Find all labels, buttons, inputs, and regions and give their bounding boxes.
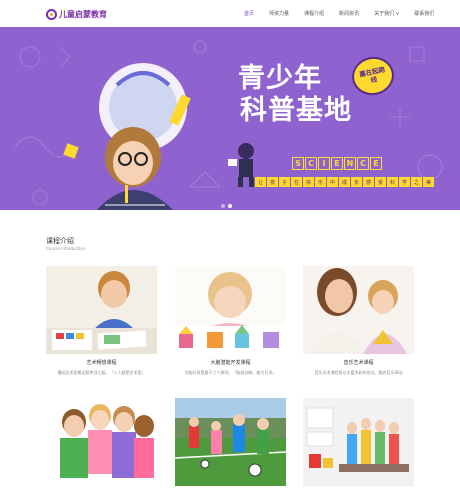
course-title: 大脑潜能开发课程: [210, 360, 251, 366]
gallery-image-soccer[interactable]: [175, 398, 286, 486]
carousel-dots: [221, 204, 232, 208]
science-letter: E: [331, 157, 343, 170]
nav-contact[interactable]: 联系我们: [414, 10, 434, 17]
carousel-dot-active[interactable]: [228, 204, 232, 208]
science-letter: S: [292, 157, 304, 170]
headline-line-1: 青少年: [238, 63, 322, 94]
science-letter: E: [370, 157, 382, 170]
banner-subline: 让 孩 子 在 快 乐 中 成 长 感 受 科 学 之 美: [255, 177, 435, 187]
headline: 青少年 科普基地: [238, 63, 352, 127]
subline-char: 感: [363, 177, 374, 187]
course-title: 艺术畅想课程: [86, 360, 117, 366]
subline-char: 中: [327, 177, 338, 187]
hero-illustration: [63, 63, 191, 210]
science-letter: C: [357, 157, 369, 170]
course-desc: 播因艺术家搬运帮绝顶之级，「人人都是艺术家」: [57, 370, 146, 375]
logo-icon: [46, 9, 57, 20]
science-letter: C: [305, 157, 317, 170]
hero-banner: 青少年 科普基地 嘉在起跑线 S C I E N C E 让 孩 子 在 快 乐…: [0, 27, 460, 210]
course-desc: 音乐艺术课程将以丰富多彩的形式、融合音乐律动: [314, 370, 403, 375]
subline-char: 乐: [315, 177, 326, 187]
boy-painting-illustration: [46, 266, 157, 354]
logo-text: 儿童启蒙教育: [59, 10, 107, 19]
course-card-art[interactable]: 艺术畅想课程 播因艺术家搬运帮绝顶之级，「人人都是艺术家」: [46, 266, 157, 376]
gallery-image-kids[interactable]: [46, 398, 157, 486]
nav-courses[interactable]: 课程介绍: [304, 10, 324, 17]
nav-news[interactable]: 新闻资讯: [339, 10, 359, 17]
course-card-music[interactable]: 音乐艺术课程 音乐艺术课程将以丰富多彩的形式、融合音乐律动: [303, 266, 414, 376]
nav-home[interactable]: 首页: [244, 10, 254, 17]
subline-char: 让: [255, 177, 266, 187]
subline-char: 受: [375, 177, 386, 187]
nav-about[interactable]: 关于我们 ∨: [374, 10, 399, 17]
subline-char: 子: [279, 177, 290, 187]
subline-char: 美: [423, 177, 434, 187]
section-subtitle: Course introduction: [46, 246, 86, 251]
subline-char: 在: [291, 177, 302, 187]
kids-group-illustration: [46, 398, 157, 486]
course-image: [46, 266, 157, 354]
science-letter: N: [344, 157, 356, 170]
classroom-kids-illustration: [303, 398, 414, 486]
soccer-kids-illustration: [175, 398, 286, 486]
badge-text: 嘉在起跑线: [358, 65, 386, 85]
nav-teachers[interactable]: 师资力量: [269, 10, 289, 17]
science-strip: S C I E N C E: [292, 157, 382, 170]
site-header: 儿童启蒙教育 首页 师资力量 课程介绍 新闻资讯 关于我们 ∨ 联系我们: [0, 0, 460, 27]
subline-char: 科: [387, 177, 398, 187]
girl-blocks-illustration: [175, 266, 286, 354]
gallery-image-classroom[interactable]: [303, 398, 414, 486]
main-nav: 首页 师资力量 课程介绍 新闻资讯 关于我们 ∨ 联系我们: [244, 10, 449, 17]
subline-char: 之: [411, 177, 422, 187]
logo[interactable]: 儿童启蒙教育: [46, 8, 107, 21]
subline-char: 孩: [267, 177, 278, 187]
subline-char: 长: [351, 177, 362, 187]
course-image: [303, 266, 414, 354]
mother-child-illustration: [303, 266, 414, 354]
headline-line-2: 科普基地: [240, 95, 352, 126]
carousel-dot[interactable]: [221, 204, 225, 208]
course-desc: 全脑开发是基于三个原则，「脑部训练、能力开发」: [184, 370, 277, 375]
subline-char: 成: [339, 177, 350, 187]
science-letter: I: [318, 157, 330, 170]
course-image: [175, 266, 286, 354]
subline-char: 快: [303, 177, 314, 187]
section-title: 课程介绍: [46, 237, 74, 245]
course-card-brain[interactable]: 大脑潜能开发课程 全脑开发是基于三个原则，「脑部训练、能力开发」: [175, 266, 286, 376]
subline-char: 学: [399, 177, 410, 187]
course-title: 音乐艺术课程: [343, 360, 374, 366]
